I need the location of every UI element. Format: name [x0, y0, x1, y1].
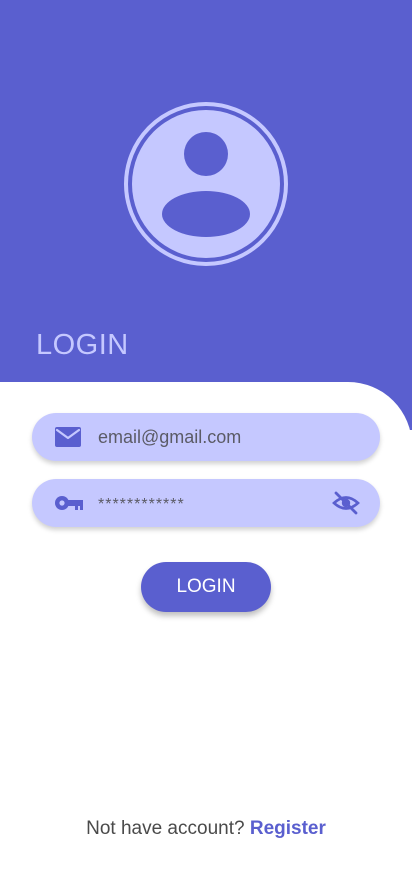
account-circle-icon [123, 101, 289, 267]
register-prompt-text: Not have account? [86, 818, 245, 839]
mail-icon [54, 425, 82, 449]
password-input-value[interactable]: ************ [98, 481, 185, 529]
password-field[interactable]: ************ [32, 479, 380, 527]
page-title: LOGIN [36, 329, 129, 361]
login-button[interactable]: LOGIN [141, 562, 271, 612]
eye-off-icon[interactable] [332, 490, 360, 516]
register-link[interactable]: Register [250, 818, 326, 839]
key-icon [54, 491, 83, 515]
login-screen: LOGIN email@gmail.com ************ LOGIN… [0, 0, 412, 870]
header-banner: LOGIN [0, 0, 412, 430]
email-input-value[interactable]: email@gmail.com [98, 413, 241, 461]
email-field[interactable]: email@gmail.com [32, 413, 380, 461]
register-prompt: Not have account? Register [0, 818, 412, 840]
